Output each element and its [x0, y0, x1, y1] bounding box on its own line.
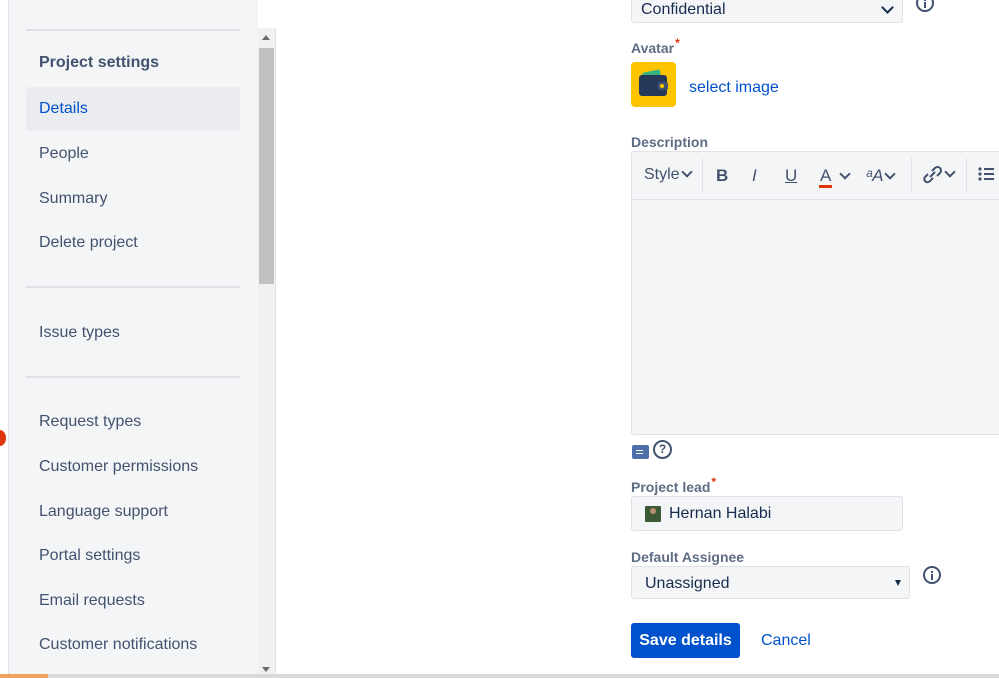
toolbar-separator — [911, 158, 912, 192]
project-lead-label-text: Project lead — [631, 479, 711, 495]
sidebar-divider — [26, 286, 240, 288]
scrollbar-thumb[interactable] — [259, 48, 274, 284]
chevron-down-icon — [881, 1, 894, 14]
sidebar-item-issue-types[interactable]: Issue types — [26, 311, 240, 355]
bullet-list-button[interactable] — [977, 165, 995, 188]
project-avatar[interactable] — [631, 62, 676, 107]
description-label: Description — [631, 134, 709, 150]
default-assignee-value: Unassigned — [645, 575, 730, 592]
sidebar-divider — [26, 29, 240, 31]
chevron-down-icon — [884, 168, 897, 180]
sidebar-item-portal-settings[interactable]: Portal settings — [26, 534, 240, 578]
chevron-down-icon — [839, 168, 852, 180]
underline-button[interactable]: U — [785, 166, 797, 186]
chevron-down-icon — [944, 166, 956, 178]
link-icon — [923, 165, 943, 183]
bold-button[interactable]: B — [716, 166, 728, 186]
save-details-button[interactable]: Save details — [631, 623, 740, 658]
sidebar-heading: Project settings — [39, 54, 160, 71]
required-marker: * — [675, 36, 680, 50]
required-marker: * — [711, 475, 717, 489]
sidebar-item-customer-notifications[interactable]: Customer notifications — [26, 623, 240, 667]
sidebar-item-summary[interactable]: Summary — [26, 177, 240, 221]
select-image-link[interactable]: select image — [689, 79, 779, 97]
project-lead-name: Hernan Halabi — [669, 505, 772, 522]
chevron-down-icon — [680, 166, 693, 178]
project-settings-sidebar: Project settings Details People Summary … — [9, 0, 258, 678]
scroll-down-arrow-icon[interactable] — [262, 667, 270, 672]
sidebar-item-request-types[interactable]: Request types — [26, 400, 240, 444]
text-mode-icon[interactable] — [632, 445, 649, 459]
style-dropdown[interactable]: Style — [644, 166, 693, 184]
default-assignee-label: Default Assignee — [631, 549, 745, 565]
cancel-link[interactable]: Cancel — [761, 632, 811, 650]
sidebar-item-people[interactable]: People — [26, 132, 240, 176]
project-category-value: Confidential — [641, 1, 726, 18]
more-formatting-button[interactable]: ᵃA — [866, 166, 897, 186]
dropdown-triangle-icon — [895, 580, 901, 586]
text-color-letter: A — [819, 166, 833, 188]
help-icon[interactable]: ? — [653, 440, 672, 459]
bullet-list-icon — [978, 167, 994, 181]
horizontal-scrollbar[interactable] — [0, 674, 999, 678]
project-lead-label: Project lead* — [631, 475, 716, 495]
left-edge-strip — [0, 0, 9, 678]
description-editor[interactable]: Style B I U A ᵃA — [631, 151, 999, 435]
sidebar-item-email-requests[interactable]: Email requests — [26, 579, 240, 623]
text-color-button[interactable]: A — [819, 166, 852, 188]
scroll-up-arrow-icon[interactable] — [262, 35, 270, 40]
info-icon[interactable] — [916, 0, 934, 12]
project-lead-field[interactable]: Hernan Halabi — [631, 496, 903, 531]
sidebar-item-delete-project[interactable]: Delete project — [26, 221, 240, 265]
toolbar-separator — [966, 158, 967, 192]
taskbar-accent — [0, 674, 48, 678]
sidebar-scrollbar[interactable] — [258, 28, 276, 678]
avatar-label: Avatar* — [631, 36, 680, 56]
sidebar-item-language-support[interactable]: Language support — [26, 490, 240, 534]
more-formatting-label: ᵃA — [866, 166, 884, 185]
style-dropdown-label: Style — [644, 166, 680, 183]
italic-button[interactable]: I — [752, 166, 757, 186]
info-icon[interactable] — [923, 566, 941, 584]
sidebar-divider — [26, 376, 240, 378]
wallet-icon — [639, 69, 668, 96]
sidebar-item-customer-permissions[interactable]: Customer permissions — [26, 445, 240, 489]
link-button[interactable] — [921, 164, 956, 185]
user-avatar — [645, 506, 661, 522]
toolbar-separator — [702, 158, 703, 192]
project-category-select[interactable]: Confidential — [631, 0, 903, 23]
editor-toolbar: Style B I U A ᵃA — [632, 152, 999, 200]
default-assignee-select[interactable]: Unassigned — [631, 566, 910, 599]
sidebar-item-details[interactable]: Details — [26, 87, 240, 131]
avatar-label-text: Avatar — [631, 40, 675, 56]
